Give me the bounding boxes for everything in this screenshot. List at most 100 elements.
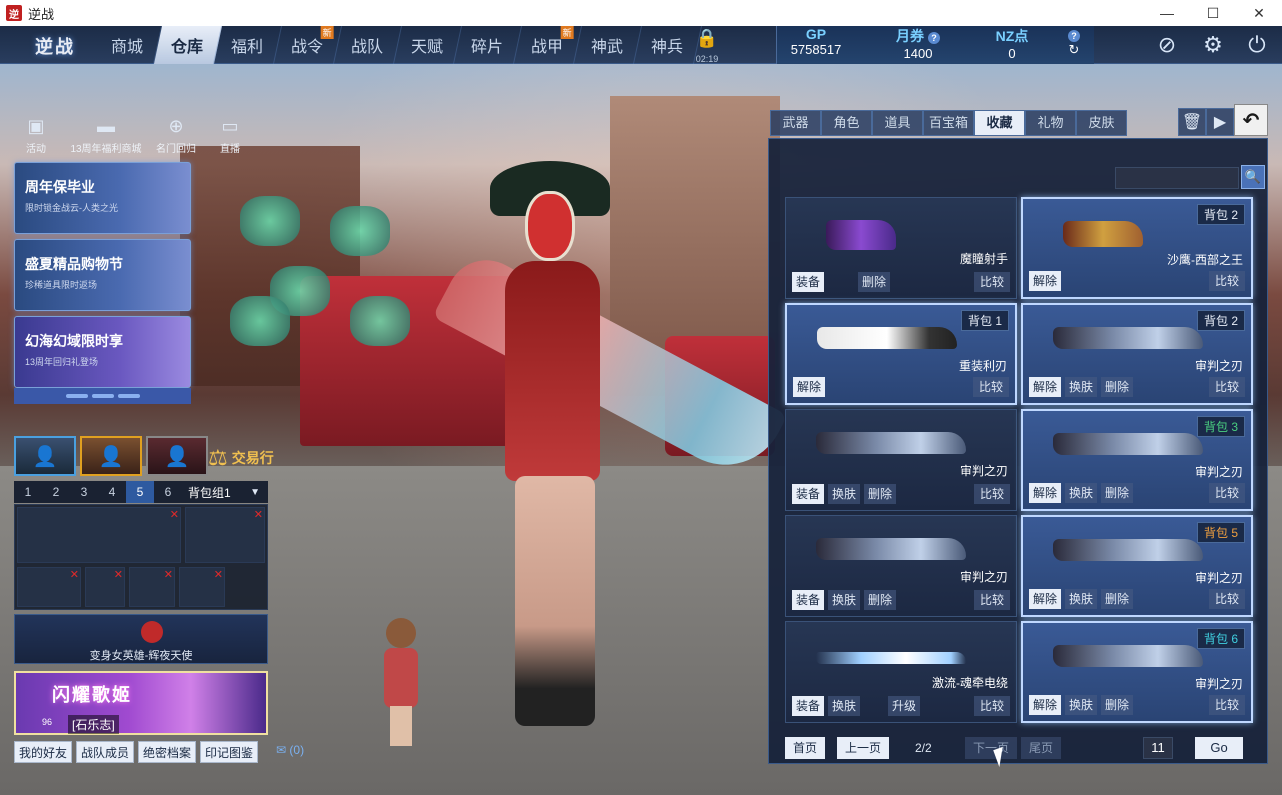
pack-tab[interactable]: 3	[70, 485, 98, 499]
nav-warehouse[interactable]: 仓库	[153, 26, 223, 64]
first-page-button[interactable]: 首页	[785, 737, 826, 759]
compare-button[interactable]: 比较	[1208, 483, 1245, 503]
hero-slot[interactable]: 👤	[14, 436, 76, 476]
reskin-button[interactable]: 换肤	[1065, 483, 1098, 503]
hero-transform[interactable]: 变身女英雄-辉夜天使	[14, 614, 268, 664]
upgrade-button[interactable]: 升级	[888, 696, 921, 716]
quick-return[interactable]: ⊕ 名门回归	[156, 116, 196, 155]
remove-icon[interactable]: ✕	[70, 568, 79, 581]
profile-banner[interactable]: 闪耀歌姬 96 [石乐志]	[14, 671, 268, 735]
tab-characters[interactable]: 角色	[821, 110, 872, 136]
promo-card[interactable]: 幻海幻域限时享 13周年回归礼登场	[14, 316, 191, 388]
unequip-button[interactable]: 解除	[1029, 589, 1062, 609]
item-card[interactable]: 魔瞳射手 装备 删除 比较	[785, 197, 1017, 299]
mail-button[interactable]: ✉ (0)	[276, 743, 304, 757]
compare-button[interactable]: 比较	[1208, 695, 1245, 715]
remove-icon[interactable]: ✕	[164, 568, 173, 581]
search-icon[interactable]: 🔍	[1241, 165, 1265, 189]
reskin-button[interactable]: 换肤	[1065, 695, 1098, 715]
equip-button[interactable]: 装备	[792, 696, 825, 716]
compare-button[interactable]: 比较	[972, 377, 1009, 397]
tab-skins[interactable]: 皮肤	[1076, 110, 1127, 136]
nav-armor[interactable]: 战甲新	[513, 26, 583, 64]
quick-live[interactable]: ▭ 直播	[210, 116, 250, 155]
search-input[interactable]	[1115, 167, 1239, 189]
undo-icon[interactable]: ↶	[1234, 104, 1268, 136]
unequip-button[interactable]: 解除	[793, 377, 826, 397]
player-character[interactable]	[470, 146, 630, 726]
go-button[interactable]: Go	[1195, 737, 1243, 759]
equip-button[interactable]: 装备	[792, 590, 825, 610]
reskin-button[interactable]: 换肤	[828, 484, 861, 504]
nav-battlepass[interactable]: 战令新	[273, 26, 343, 64]
nav-team[interactable]: 战队	[333, 26, 403, 64]
page-number-input[interactable]: 11	[1143, 737, 1173, 759]
trash-icon[interactable]: 🗑	[1178, 108, 1206, 136]
pack-tab[interactable]: 5	[126, 481, 154, 503]
compare-button[interactable]: 比较	[973, 696, 1010, 716]
minimize-button[interactable]: —	[1144, 0, 1190, 26]
item-card[interactable]: 审判之刃 装备 换肤 删除 比较	[785, 409, 1017, 511]
delete-button[interactable]: 删除	[864, 590, 897, 610]
settings-network-icon[interactable]: ⊘	[1152, 30, 1182, 60]
compare-button[interactable]: 比较	[1208, 377, 1245, 397]
nav-fragments[interactable]: 碎片	[453, 26, 523, 64]
hero-slot[interactable]: 👤	[80, 436, 142, 476]
camera-icon[interactable]: ▶	[1206, 108, 1234, 136]
next-page-button[interactable]: 下一页	[965, 737, 1018, 759]
refresh-icon[interactable]: ↻	[1026, 42, 1122, 58]
compare-button[interactable]: 比较	[973, 590, 1010, 610]
pack-group-select[interactable]: 背包组1	[188, 484, 231, 501]
nav-divine-martial[interactable]: 神武	[573, 26, 643, 64]
nav-shop[interactable]: 商城	[93, 26, 163, 64]
tab-weapons[interactable]: 武器	[770, 110, 821, 136]
pack-tab[interactable]: 1	[14, 485, 42, 499]
reskin-button[interactable]: 换肤	[1065, 377, 1098, 397]
hero-slot[interactable]: 👤	[146, 436, 208, 476]
unequip-button[interactable]: 解除	[1029, 271, 1062, 291]
delete-button[interactable]: 删除	[858, 272, 891, 292]
lock-button[interactable]: 🔒 02:19	[692, 28, 722, 64]
delete-button[interactable]: 删除	[1101, 589, 1134, 609]
compare-button[interactable]: 比较	[1208, 589, 1245, 609]
pack-tab[interactable]: 4	[98, 485, 126, 499]
delete-button[interactable]: 删除	[1101, 695, 1134, 715]
loadout-slot[interactable]: ✕	[185, 507, 265, 563]
unequip-button[interactable]: 解除	[1029, 695, 1062, 715]
loadout-slot[interactable]: ✕	[17, 567, 81, 607]
loadout-slot[interactable]: ✕	[85, 567, 125, 607]
nav-talent[interactable]: 天赋	[393, 26, 463, 64]
tab-favorites[interactable]: 收藏	[974, 110, 1025, 136]
secret-files-link[interactable]: 绝密档案	[138, 741, 197, 763]
reskin-button[interactable]: 换肤	[828, 590, 861, 610]
tab-items[interactable]: 道具	[872, 110, 923, 136]
power-icon[interactable]: ⏻	[1242, 30, 1272, 60]
item-card[interactable]: 背包 3 审判之刃 解除 换肤 删除 比较	[1021, 409, 1253, 511]
item-card[interactable]: 激流-魂牵电绕 装备 换肤 升级 比较	[785, 621, 1017, 723]
nav-welfare[interactable]: 福利	[213, 26, 283, 64]
unequip-button[interactable]: 解除	[1029, 377, 1062, 397]
remove-icon[interactable]: ✕	[214, 568, 223, 581]
friends-link[interactable]: 我的好友	[14, 741, 73, 763]
last-page-button[interactable]: 尾页	[1021, 737, 1062, 759]
item-card[interactable]: 背包 1 重装利刃 解除 比较	[785, 303, 1017, 405]
item-card[interactable]: 背包 2 审判之刃 解除 换肤 删除 比较	[1021, 303, 1253, 405]
remove-icon[interactable]: ✕	[254, 508, 263, 521]
remove-icon[interactable]: ✕	[170, 508, 179, 521]
delete-button[interactable]: 删除	[1101, 483, 1134, 503]
tab-gifts[interactable]: 礼物	[1025, 110, 1076, 136]
equip-button[interactable]: 装备	[792, 484, 825, 504]
close-button[interactable]: ✕	[1236, 0, 1282, 26]
loadout-slot[interactable]: ✕	[179, 567, 225, 607]
delete-button[interactable]: 删除	[1101, 377, 1134, 397]
gear-icon[interactable]: ⚙	[1198, 30, 1228, 60]
mark-gallery-link[interactable]: 印记图鉴	[200, 741, 259, 763]
loadout-slot[interactable]: ✕	[17, 507, 181, 563]
compare-button[interactable]: 比较	[973, 484, 1010, 504]
equip-button[interactable]: 装备	[792, 272, 825, 292]
help-icon[interactable]: ?	[927, 32, 940, 44]
remove-icon[interactable]: ✕	[114, 568, 123, 581]
promo-card[interactable]: 盛夏精品购物节 珍稀道具限时返场	[14, 239, 191, 311]
maximize-button[interactable]: ☐	[1190, 0, 1236, 26]
reskin-button[interactable]: 换肤	[828, 696, 861, 716]
